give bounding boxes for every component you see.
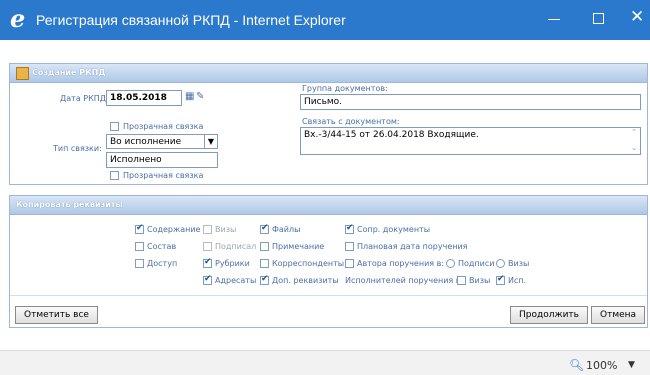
chevron-down-icon: ▼ — [204, 135, 217, 148]
composition-label: Состав — [147, 242, 177, 251]
signatures-radio-label: Подписи — [458, 259, 495, 268]
maximize-icon — [593, 13, 604, 24]
edit-icon[interactable]: ✎ — [196, 91, 204, 102]
scroll-up-icon[interactable]: ⌃ — [630, 128, 638, 136]
date-label: Дата РКПД: — [60, 94, 109, 103]
planned-date-label: Плановая дата поручения — [357, 242, 468, 251]
order-author-label: Автора поручения в: — [357, 259, 445, 268]
window-titlebar: e Регистрация связанной РКПД - Internet … — [0, 0, 650, 40]
accompanying-docs-label: Сопр. документы — [357, 225, 431, 234]
content-label: Содержание — [147, 225, 201, 234]
access-checkbox[interactable] — [135, 259, 144, 268]
cancel-button[interactable]: Отмена — [591, 306, 646, 324]
signed-label: Подписал — [215, 242, 257, 251]
visas-radio[interactable] — [496, 259, 505, 268]
visas-radio-label: Визы — [508, 259, 530, 268]
executors-visas-label: Визы — [469, 276, 491, 285]
planned-date-checkbox[interactable] — [345, 242, 354, 251]
copy-panel-header: Копировать реквизиты — [10, 196, 647, 215]
rubrics-label: Рубрики — [215, 259, 250, 268]
maximize-button[interactable] — [585, 7, 615, 31]
executors-visas-checkbox[interactable] — [457, 276, 466, 285]
copy-panel-title: Копировать реквизиты — [16, 200, 123, 209]
transparent-link-checkbox-2[interactable] — [110, 171, 119, 180]
link-with-doc-textarea[interactable]: Вх.-3/44-15 от 26.04.2018 Входящие. — [300, 127, 641, 155]
extra-attrs-checkbox[interactable] — [260, 274, 269, 285]
composition-checkbox[interactable] — [135, 242, 144, 251]
content-checkbox[interactable] — [135, 223, 144, 234]
link-type-value: Во исполнение — [110, 137, 182, 147]
accompanying-docs-checkbox[interactable] — [345, 223, 354, 234]
access-label: Доступ — [147, 259, 178, 268]
ie-logo-icon: e — [10, 4, 26, 33]
extra-attrs-label: Доп. реквизиты — [272, 276, 339, 285]
visas-checkbox[interactable] — [203, 225, 212, 234]
correspondents-label: Корреспонденты — [272, 259, 345, 268]
minimize-button[interactable] — [540, 7, 570, 31]
doc-group-label: Группа документов: — [302, 84, 388, 93]
create-panel-header: Создание РКПД — [10, 64, 647, 83]
transparent-link-label-2: Прозрачная связка — [123, 171, 204, 180]
executors-label: Исполнителей поручения в: — [345, 276, 464, 285]
transparent-link-label: Прозрачная связка — [123, 122, 204, 131]
create-panel: Создание РКПД Дата РКПД: 18.05.2018 ▦ ✎ … — [9, 63, 648, 185]
create-panel-title: Создание РКПД — [32, 68, 106, 77]
files-label: Файлы — [272, 225, 301, 234]
close-button[interactable]: ✕ — [625, 7, 650, 31]
signed-checkbox[interactable] — [203, 242, 212, 251]
minimize-icon — [548, 19, 560, 20]
executors-exec-label: Исп. — [508, 276, 527, 285]
calendar-icon[interactable]: ▦ — [185, 91, 194, 102]
note-label: Примечание — [272, 242, 325, 251]
zoom-level[interactable]: 100% — [586, 359, 617, 372]
order-author-checkbox[interactable] — [345, 259, 354, 268]
link-type-text-input[interactable]: Исполнено — [106, 152, 218, 168]
chevron-down-icon[interactable]: ▼ — [628, 360, 635, 370]
status-bar: 🔍︎ 100% ▼ — [0, 350, 650, 375]
signatures-radio[interactable] — [446, 259, 455, 268]
copy-panel: Копировать реквизиты Содержание Визы Фай… — [9, 195, 648, 328]
date-input[interactable]: 18.05.2018 — [106, 90, 182, 106]
doc-group-input[interactable]: Письмо. — [300, 94, 641, 110]
addressees-checkbox[interactable] — [203, 274, 212, 285]
continue-button[interactable]: Продолжить — [510, 306, 588, 324]
addressees-label: Адресаты — [215, 276, 257, 285]
scroll-down-icon[interactable]: ⌄ — [630, 144, 638, 152]
link-type-select[interactable]: Во исполнение ▼ — [106, 134, 218, 149]
files-checkbox[interactable] — [260, 223, 269, 234]
note-checkbox[interactable] — [260, 242, 269, 251]
link-type-label: Тип связки: — [53, 144, 102, 153]
magnifier-icon[interactable]: 🔍︎ — [569, 358, 584, 372]
transparent-link-checkbox[interactable] — [110, 122, 119, 131]
close-icon: ✕ — [630, 7, 645, 27]
rubrics-checkbox[interactable] — [203, 257, 212, 268]
document-icon — [16, 67, 29, 80]
executors-exec-checkbox[interactable] — [496, 274, 505, 285]
link-with-doc-label: Связать с документом: — [302, 117, 400, 126]
visas-label: Визы — [215, 225, 237, 234]
correspondents-checkbox[interactable] — [260, 259, 269, 268]
window-title: Регистрация связанной РКПД - Internet Ex… — [36, 12, 346, 28]
panel-divider — [10, 295, 647, 296]
mark-all-button[interactable]: Отметить все — [15, 306, 98, 324]
